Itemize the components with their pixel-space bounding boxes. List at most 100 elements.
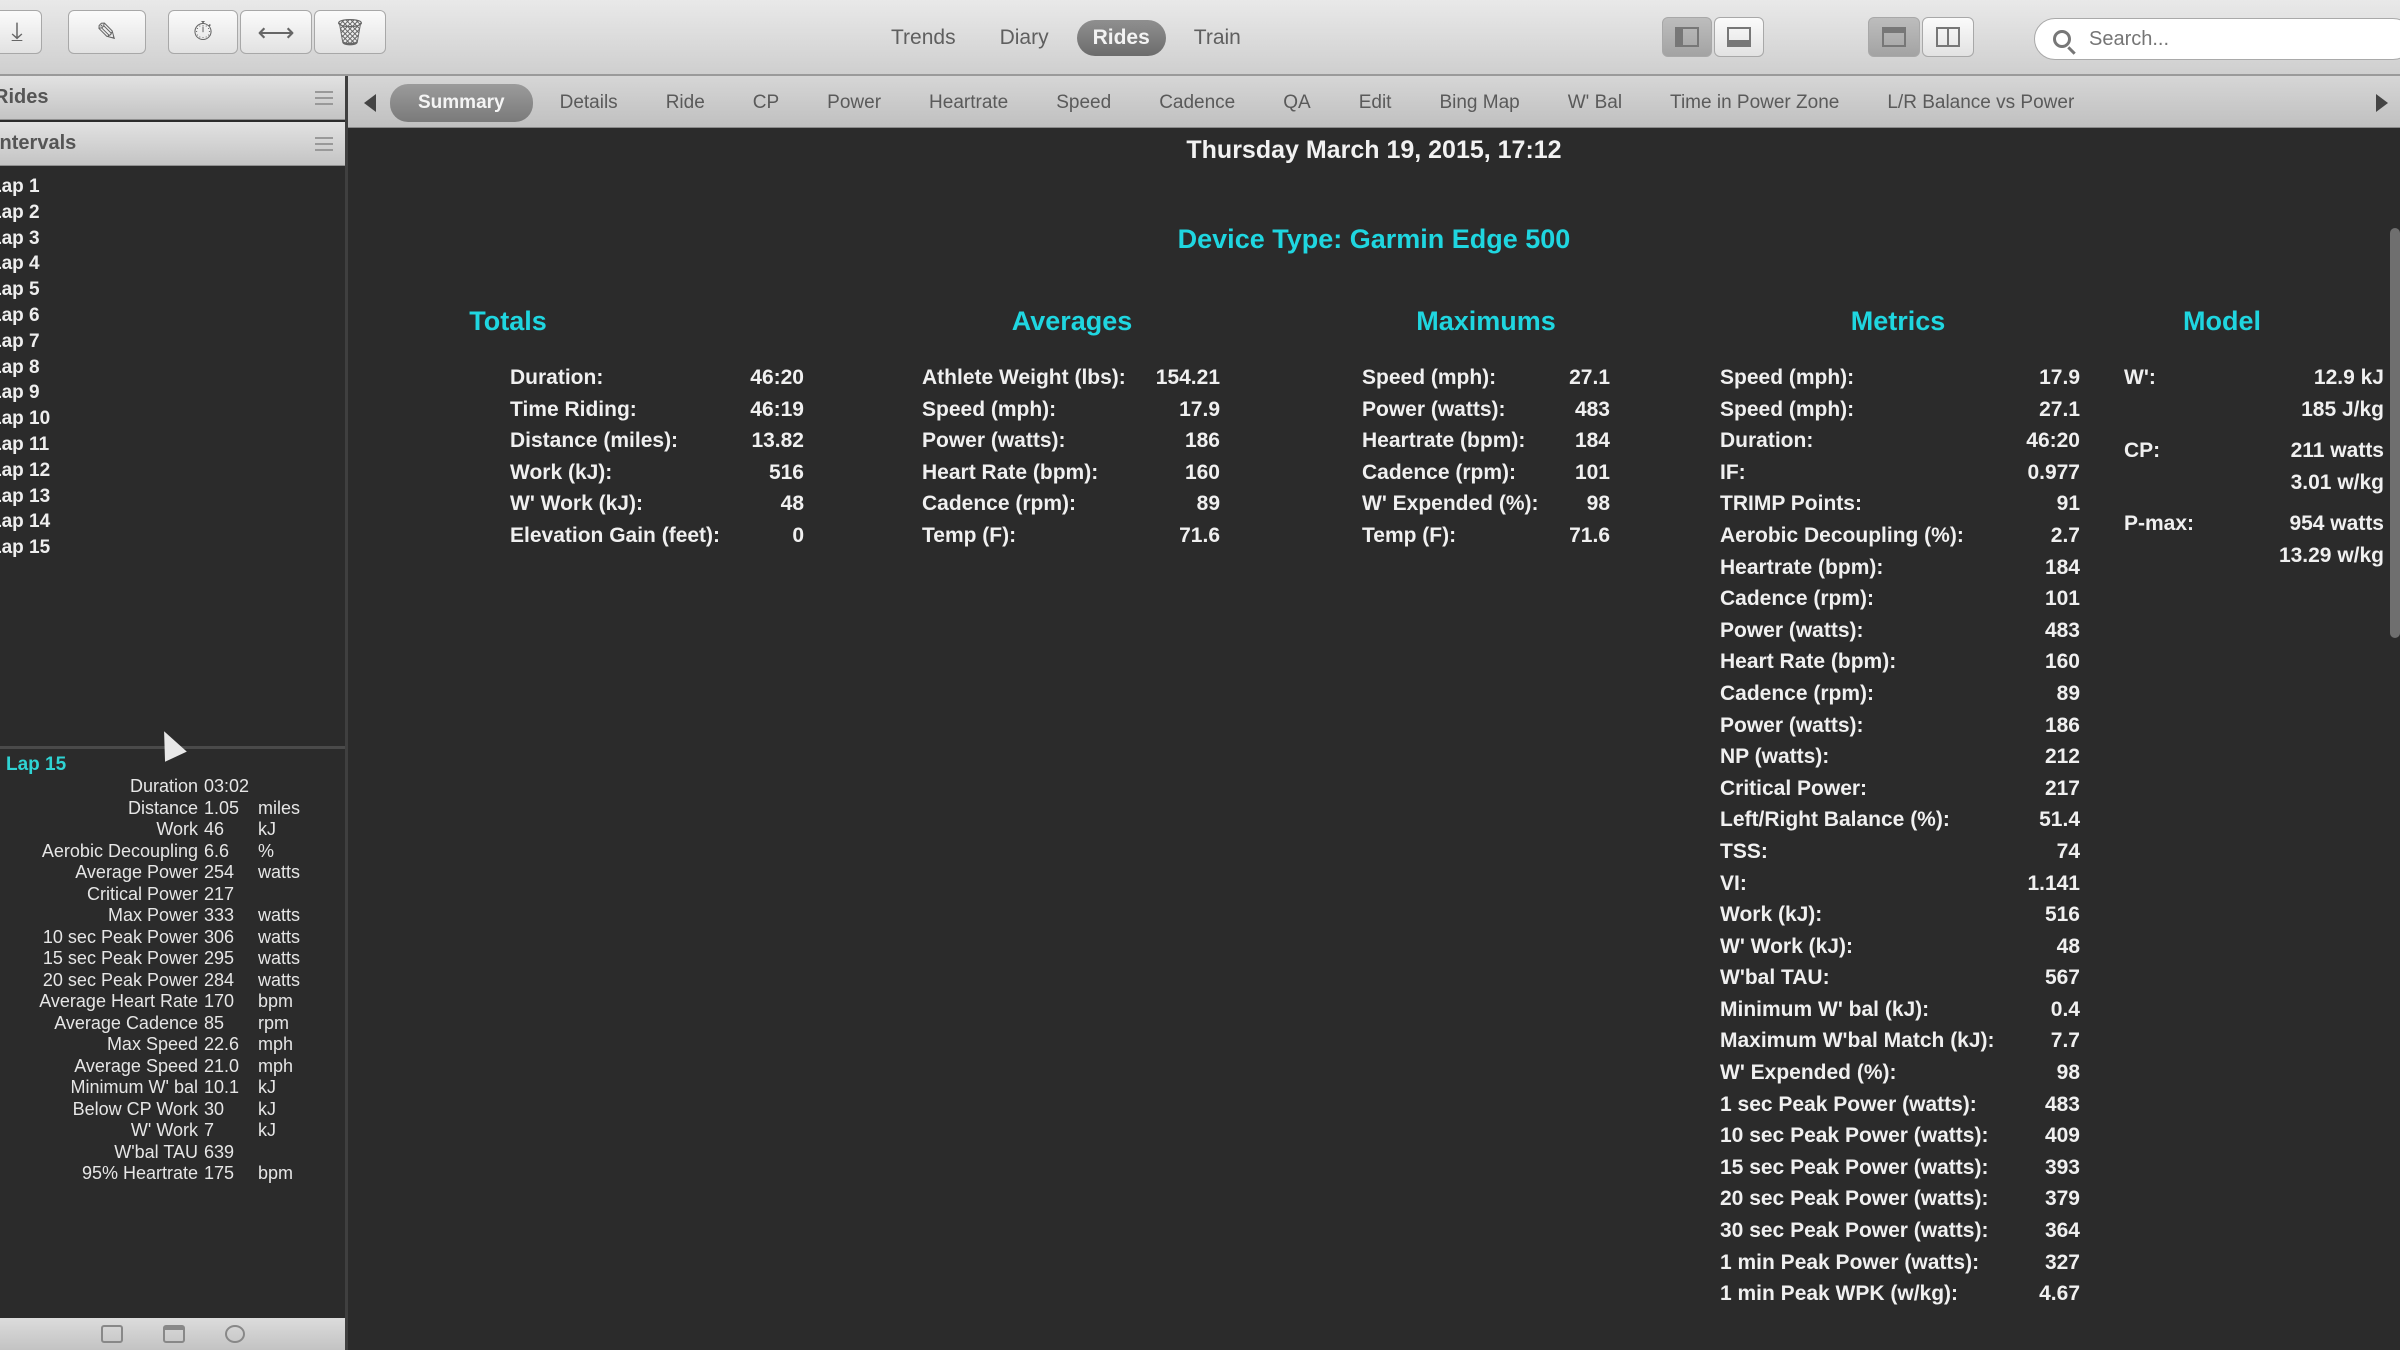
mouse-cursor-icon xyxy=(153,726,187,762)
tab-cadence[interactable]: Cadence xyxy=(1138,84,1256,122)
interval-stat-name: Aerobic Decoupling xyxy=(41,840,198,861)
stopwatch-icon[interactable]: ⏱ xyxy=(168,10,238,54)
mode-tab-rides[interactable]: Rides xyxy=(1076,20,1166,56)
rides-panel-header[interactable]: Rides xyxy=(0,76,345,120)
model-row: 13.29 w/kg xyxy=(2124,544,2384,576)
metrics-value: 98 xyxy=(2056,1061,2080,1085)
search-box[interactable] xyxy=(2034,18,2400,60)
metrics-row: 1 min Peak WPK (w/kg): 4.67 xyxy=(1720,1282,2080,1314)
tab-qa[interactable]: QA xyxy=(1262,84,1331,122)
clock-icon[interactable] xyxy=(224,1325,245,1343)
folder-icon[interactable] xyxy=(162,1325,185,1343)
interval-list-item[interactable]: Lap 3 xyxy=(0,226,50,252)
scroll-right-icon[interactable] xyxy=(2376,94,2388,112)
vertical-scrollbar[interactable] xyxy=(2390,228,2400,638)
metrics-row: 1 sec Peak Power (watts): 483 xyxy=(1720,1093,2080,1125)
tab-bing-map[interactable]: Bing Map xyxy=(1418,84,1540,122)
interval-list-item[interactable]: Lap 7 xyxy=(0,329,50,355)
maximums-value: 98 xyxy=(1586,492,1610,516)
tab-view-button[interactable] xyxy=(1868,17,1920,57)
interval-stat-value: 22.6 xyxy=(204,1034,240,1054)
menu-icon[interactable] xyxy=(315,90,333,105)
interval-stat-name: 10 sec Peak Power xyxy=(42,926,198,947)
toggle-sidebar-button[interactable] xyxy=(1662,17,1712,57)
metrics-value: 27.1 xyxy=(2039,397,2080,421)
metrics-label: TSS: xyxy=(1720,839,1768,863)
tab-l-r-balance-vs-power[interactable]: L/R Balance vs Power xyxy=(1866,84,2095,122)
metrics-value: 101 xyxy=(2044,587,2080,611)
tab-view-icon xyxy=(1882,27,1906,47)
maximums-label: Heartrate (bpm): xyxy=(1362,429,1526,453)
metrics-label: Speed (mph): xyxy=(1720,366,1855,389)
metrics-title-text: Metrics xyxy=(1850,306,1946,336)
interval-list-item[interactable]: Lap 4 xyxy=(0,251,50,277)
totals-title-text: Totals xyxy=(469,306,547,336)
model-value: 185 J/kg xyxy=(2301,397,2384,421)
trash-icon[interactable]: 🗑 xyxy=(314,10,386,54)
averages-label: Speed (mph): xyxy=(922,397,1057,421)
metrics-value: 160 xyxy=(2044,650,2080,674)
interval-stat-unit: watts xyxy=(258,862,301,882)
import-icon[interactable]: ⤓ xyxy=(0,10,42,54)
mode-tab-trends[interactable]: Trends xyxy=(875,20,972,56)
interval-list-item[interactable]: Lap 14 xyxy=(0,509,50,535)
tab-time-in-power-zone[interactable]: Time in Power Zone xyxy=(1649,84,1860,122)
interval-list-item[interactable]: Lap 13 xyxy=(0,484,50,510)
mode-tab-train[interactable]: Train xyxy=(1178,20,1257,56)
tab-speed[interactable]: Speed xyxy=(1035,84,1132,122)
split-icon[interactable]: ⟷ xyxy=(240,10,312,54)
interval-stat-unit: watts xyxy=(258,905,301,925)
tab-cp[interactable]: CP xyxy=(732,84,800,122)
menu-icon[interactable] xyxy=(315,136,333,151)
tab-ride[interactable]: Ride xyxy=(645,84,726,122)
tile-view-button[interactable] xyxy=(1922,17,1974,57)
interval-stat-unit: kJ xyxy=(258,1120,276,1140)
interval-list-item[interactable]: Lap 1 xyxy=(0,174,50,200)
edit-icon[interactable]: ✎ xyxy=(68,10,146,54)
interval-stat-row: Minimum W' bal 10.1 kJ xyxy=(0,1077,345,1099)
tabs-row: Summary Details Ride CP Power Heartrate Speed C… xyxy=(390,84,2095,122)
interval-list-item[interactable]: Lap 15 xyxy=(0,535,50,561)
interval-stat-row: Distance 1.05 miles xyxy=(0,798,345,820)
search-icon xyxy=(2053,30,2071,48)
averages-label: Heart Rate (bpm): xyxy=(922,460,1099,484)
metrics-row: Duration: 46:20 xyxy=(1720,429,2080,461)
sidebar: Rides Intervals Lap 1Lap 2Lap 3Lap 4Lap … xyxy=(0,76,348,1350)
interval-list-item[interactable]: Lap 6 xyxy=(0,303,50,329)
interval-stat-value: 7 xyxy=(204,1120,215,1140)
maximums-row: Speed (mph): 27.1 xyxy=(1362,366,1610,398)
interval-list-item[interactable]: Lap 8 xyxy=(0,355,50,381)
bottom-panel-icon xyxy=(1727,27,1751,47)
metrics-row: 30 sec Peak Power (watts): 364 xyxy=(1720,1219,2080,1251)
scroll-left-icon[interactable] xyxy=(364,94,376,112)
tab-edit[interactable]: Edit xyxy=(1338,84,1413,122)
metrics-label: Power (watts): xyxy=(1720,713,1864,737)
mode-tab-diary[interactable]: Diary xyxy=(984,20,1065,56)
metrics-value: 186 xyxy=(2044,713,2080,737)
model-value: 13.29 w/kg xyxy=(2278,543,2384,567)
interval-list-item[interactable]: Lap 11 xyxy=(0,432,50,458)
tab-w-bal[interactable]: W' Bal xyxy=(1547,84,1643,122)
maximums-value: 184 xyxy=(1574,429,1610,453)
interval-stat-value: 03:02 xyxy=(204,776,250,796)
tab-summary[interactable]: Summary xyxy=(390,84,533,122)
totals-label: W' Work (kJ): xyxy=(510,492,643,516)
metrics-value: 212 xyxy=(2044,745,2080,769)
mode-tabs: Trends Diary Rides Train xyxy=(875,20,1257,56)
interval-list-item[interactable]: Lap 9 xyxy=(0,380,50,406)
interval-list-item[interactable]: Lap 5 xyxy=(0,277,50,303)
tab-heartrate[interactable]: Heartrate xyxy=(908,84,1029,122)
interval-list-item[interactable]: Lap 12 xyxy=(0,458,50,484)
toggle-bottom-panel-button[interactable] xyxy=(1714,17,1764,57)
metrics-value: 17.9 xyxy=(2039,366,2080,389)
intervals-panel-header[interactable]: Intervals xyxy=(0,122,345,166)
tab-details[interactable]: Details xyxy=(539,84,639,122)
interval-stat-value: 170 xyxy=(204,991,235,1011)
interval-list-item[interactable]: Lap 2 xyxy=(0,200,50,226)
metrics-label: Work (kJ): xyxy=(1720,903,1823,927)
interval-list-item[interactable]: Lap 10 xyxy=(0,406,50,432)
calendar-icon[interactable] xyxy=(100,1325,123,1343)
search-input[interactable] xyxy=(2089,27,2389,51)
tab-power[interactable]: Power xyxy=(806,84,902,122)
metrics-row: IF: 0.977 xyxy=(1720,461,2080,493)
